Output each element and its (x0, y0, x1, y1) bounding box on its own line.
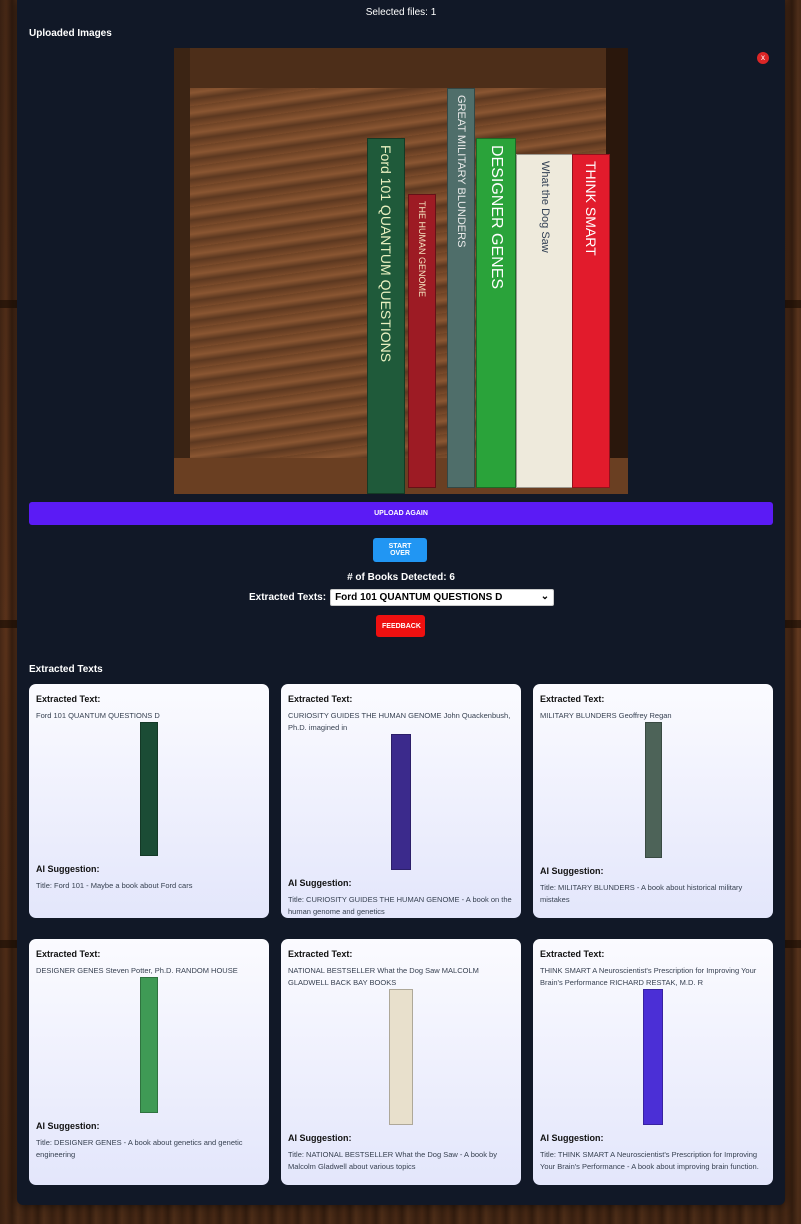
uploaded-images-heading: Uploaded Images (29, 28, 112, 39)
book-spine: GREAT MILITARY BLUNDERS (447, 88, 475, 488)
book-spine-title: What the Dog Saw (539, 161, 551, 253)
ai-suggestion-label: AI Suggestion: (288, 1133, 352, 1143)
extracted-text-card: Extracted Text: THINK SMART A Neuroscien… (533, 939, 773, 1185)
book-spine: What the Dog Saw (516, 154, 574, 488)
extracted-text-label: Extracted Text: (36, 949, 101, 959)
extracted-text-card: Extracted Text: Ford 101 QUANTUM QUESTIO… (29, 684, 269, 918)
books-detected-count: 6 (449, 572, 455, 583)
book-spine-title: Ford 101 QUANTUM QUESTIONS (378, 145, 394, 363)
book-spine-thumbnail (389, 989, 413, 1125)
extracted-text-card: Extracted Text: CURIOSITY GUIDES THE HUM… (281, 684, 521, 918)
book-spine: THINK SMART (572, 154, 610, 488)
uploaded-image-preview: Ford 101 QUANTUM QUESTIONS THE HUMAN GENO… (174, 48, 628, 494)
feedback-button[interactable]: FEEDBACK (376, 615, 425, 637)
ai-suggestion-label: AI Suggestion: (540, 1133, 604, 1143)
extracted-texts-selected: Ford 101 QUANTUM QUESTIONS D (335, 592, 503, 603)
book-spine-title: THINK SMART (583, 161, 599, 256)
book-spine-thumbnail (140, 977, 158, 1113)
extracted-text-label: Extracted Text: (540, 949, 605, 959)
book-spine-thumbnail (644, 722, 662, 858)
ai-suggestion-value: Title: DESIGNER GENES - A book about gen… (36, 1138, 243, 1159)
book-spine: DESIGNER GENES (476, 138, 516, 488)
start-over-button[interactable]: START OVER (373, 538, 427, 562)
extracted-text-value: THINK SMART A Neuroscientist's Prescript… (540, 966, 757, 987)
main-panel: Selected files: 1 Uploaded Images Ford 1… (17, 0, 785, 1205)
selected-files-status: Selected files: 1 (365, 7, 437, 18)
book-spine-title: THE HUMAN GENOME (417, 201, 427, 298)
book-spine-title: DESIGNER GENES (488, 145, 505, 290)
ai-suggestion-value: Title: THINK SMART A Neuroscientist's Pr… (540, 1150, 759, 1171)
ai-suggestion-label: AI Suggestion: (36, 1121, 100, 1131)
extracted-text-card: Extracted Text: MILITARY BLUNDERS Geoffr… (533, 684, 773, 918)
book-spine-thumbnail (140, 722, 158, 856)
extracted-text-value: MILITARY BLUNDERS Geoffrey Regan (540, 711, 672, 720)
extracted-text-card: Extracted Text: NATIONAL BESTSELLER What… (281, 939, 521, 1185)
extracted-texts-heading: Extracted Texts (29, 664, 103, 675)
extracted-text-label: Extracted Text: (540, 694, 605, 704)
ai-suggestion-value: Title: NATIONAL BESTSELLER What the Dog … (288, 1150, 497, 1171)
extracted-text-label: Extracted Text: (36, 694, 101, 704)
extracted-text-value: CURIOSITY GUIDES THE HUMAN GENOME John Q… (288, 711, 511, 732)
book-spine-thumbnail (643, 989, 663, 1125)
extracted-texts-selector: Extracted Texts: Ford 101 QUANTUM QUESTI… (249, 589, 555, 606)
extracted-texts-dropdown[interactable]: Ford 101 QUANTUM QUESTIONS D ⌄ (330, 589, 555, 606)
extracted-texts-label: Extracted Texts: (249, 592, 327, 603)
shelf-top (190, 48, 606, 88)
ai-suggestion-label: AI Suggestion: (36, 864, 100, 874)
extracted-text-value: NATIONAL BESTSELLER What the Dog Saw MAL… (288, 966, 479, 987)
ai-suggestion-value: Title: CURIOSITY GUIDES THE HUMAN GENOME… (288, 895, 512, 916)
ai-suggestion-label: AI Suggestion: (540, 866, 604, 876)
books-detected: # of Books Detected: 6 (17, 572, 785, 583)
extracted-text-value: DESIGNER GENES Steven Potter, Ph.D. RAND… (36, 966, 238, 975)
extracted-text-value: Ford 101 QUANTUM QUESTIONS D (36, 711, 160, 720)
upload-again-button[interactable]: UPLOAD AGAIN (29, 502, 773, 525)
books-detected-label: # of Books Detected: (347, 572, 447, 583)
ai-suggestion-label: AI Suggestion: (288, 878, 352, 888)
extracted-text-label: Extracted Text: (288, 694, 353, 704)
book-spine-thumbnail (391, 734, 411, 870)
remove-image-button[interactable]: x (757, 52, 769, 64)
extracted-text-label: Extracted Text: (288, 949, 353, 959)
shelf-side-left (174, 48, 190, 494)
ai-suggestion-value: Title: Ford 101 - Maybe a book about For… (36, 881, 193, 890)
book-spine: Ford 101 QUANTUM QUESTIONS (367, 138, 405, 494)
extracted-text-card: Extracted Text: DESIGNER GENES Steven Po… (29, 939, 269, 1185)
book-spine-title: GREAT MILITARY BLUNDERS (455, 95, 467, 248)
ai-suggestion-value: Title: MILITARY BLUNDERS - A book about … (540, 883, 743, 904)
chevron-down-icon: ⌄ (540, 591, 550, 602)
book-spine: THE HUMAN GENOME (408, 194, 436, 488)
